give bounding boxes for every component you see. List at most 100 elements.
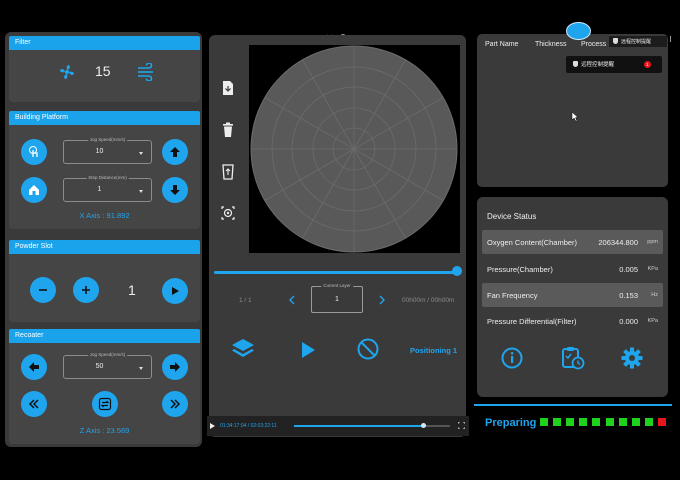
status-row-fan: Fan Frequency 0.153 Hz — [482, 283, 663, 307]
current-layer-field[interactable]: Current Layer 1 — [311, 283, 363, 313]
touch-icon — [29, 146, 38, 157]
status-indicator — [644, 418, 653, 426]
powder-slot-title: Powder Slot — [9, 240, 200, 254]
status-indicator — [566, 418, 575, 426]
status-indicator — [579, 418, 588, 426]
schedule-icon[interactable] — [561, 346, 585, 370]
video-player-bar: 01:34:17:04 / 02:03:22:11 — [207, 416, 469, 436]
status-indicator — [605, 418, 614, 426]
build-plate-viewer[interactable] — [249, 45, 460, 253]
settings-gear-icon[interactable] — [621, 347, 643, 369]
layer-slider-knob[interactable] — [452, 266, 462, 276]
toast-badge: 1 — [644, 61, 651, 68]
device-status-panel: Device Status Oxygen Content(Chamber) 20… — [477, 197, 668, 397]
jog-touch-button[interactable] — [21, 139, 47, 165]
video-time: 01:34:17:04 / 02:03:22:11 — [220, 423, 277, 429]
current-layer-label: Current Layer — [321, 283, 353, 288]
pressure-value: 0.005 — [619, 265, 638, 274]
column-thickness[interactable]: Thickness — [535, 41, 567, 48]
plus-icon — [82, 286, 90, 294]
fan-value: 0.153 — [619, 291, 638, 300]
device-status-title: Device Status — [487, 212, 537, 221]
arrow-right-icon — [170, 362, 180, 372]
recoater-cycle-button[interactable] — [92, 391, 118, 417]
jog-speed-select[interactable]: Jog Speed(mm/s) 10 — [63, 137, 152, 164]
platform-up-button[interactable] — [162, 139, 188, 165]
chevron-right-icon[interactable] — [379, 295, 385, 305]
video-progress-knob[interactable] — [420, 423, 426, 428]
x-axis-readout: X Axis : 91.892 — [79, 211, 130, 220]
info-icon[interactable] — [501, 347, 523, 369]
shield-icon — [613, 38, 618, 44]
topbar-arrow[interactable] — [670, 36, 678, 42]
column-process[interactable]: Process — [581, 41, 606, 48]
pressure-label: Pressure(Chamber) — [487, 265, 553, 274]
fullscreen-icon[interactable] — [458, 422, 465, 429]
indicator-strip — [540, 418, 675, 428]
fan-label: Fan Frequency — [487, 291, 538, 300]
home-button[interactable] — [21, 177, 47, 203]
powder-count: 1 — [128, 282, 136, 298]
column-part-name[interactable]: Part Name — [485, 41, 518, 48]
import-file-icon[interactable] — [221, 80, 235, 96]
filter-section: Filter 15 — [9, 36, 200, 102]
step-distance-label: Step Distance(mm) — [86, 175, 129, 180]
machine-status: Preparing — [485, 417, 537, 429]
platform-down-button[interactable] — [162, 177, 188, 203]
export-icon[interactable] — [221, 164, 235, 180]
recoater-section: Recoater Jog Speed(mm/s) 50 Z Axis : 23.… — [9, 329, 200, 444]
building-platform-section: Building Platform Jog Speed(mm/s) 10 Ste… — [9, 111, 200, 229]
recoater-jog-speed-value: 50 — [95, 363, 104, 370]
build-plate — [250, 45, 458, 253]
differential-value: 0.000 — [619, 317, 638, 326]
filter-title: Filter — [9, 36, 200, 50]
minus-icon — [39, 289, 47, 291]
cycle-icon — [98, 397, 112, 411]
filter-speed: 15 — [95, 63, 111, 79]
remote-menu-label: 远程控制提醒 — [621, 39, 652, 45]
z-axis-readout: Z Axis : 23.569 — [79, 426, 130, 435]
play-icon — [172, 287, 179, 295]
notification-bubble[interactable] — [566, 22, 591, 40]
stop-icon[interactable] — [357, 338, 379, 360]
fan-icon[interactable] — [56, 61, 78, 83]
status-row-differential: Pressure Differential(Filter) 0.000 KPa — [482, 309, 663, 333]
build-time: 00h00m / 00h00m — [402, 297, 455, 304]
chevron-down-icon — [139, 152, 143, 155]
differential-label: Pressure Differential(Filter) — [487, 317, 577, 326]
focus-target-icon[interactable] — [221, 205, 235, 221]
step-distance-select[interactable]: Step Distance(mm) 1 — [63, 175, 152, 202]
positioning-label[interactable]: Positioning 1 — [410, 346, 457, 355]
home-icon — [29, 185, 39, 195]
remote-control-toast[interactable]: 远程控制提醒 1 — [566, 56, 662, 73]
double-chevron-left-icon — [28, 399, 39, 409]
recoater-jog-speed-select[interactable]: Jog Speed(mm/s) 50 — [63, 352, 152, 379]
recoater-right-button[interactable] — [162, 354, 188, 380]
remote-control-menu[interactable]: 远程控制提醒 — [609, 36, 667, 47]
delete-icon[interactable] — [221, 122, 235, 138]
arrow-down-icon — [170, 185, 180, 195]
recoater-fast-right-button[interactable] — [162, 391, 188, 417]
recoater-fast-left-button[interactable] — [21, 391, 47, 417]
wind-icon[interactable] — [136, 63, 156, 81]
powder-run-button[interactable] — [162, 278, 188, 304]
chevron-down-icon — [139, 367, 143, 370]
powder-decrease-button[interactable] — [30, 277, 56, 303]
toast-label: 远程控制提醒 — [581, 62, 615, 68]
status-indicator — [553, 418, 562, 426]
video-play-icon[interactable] — [210, 423, 215, 429]
powder-increase-button[interactable] — [73, 277, 99, 303]
mouse-cursor-icon — [571, 111, 579, 122]
video-progress-track[interactable] — [294, 423, 450, 428]
recoater-jog-speed-label: Jog Speed(mm/s) — [87, 352, 128, 357]
control-column: Filter 15 Building Platform Jog Speed(mm… — [5, 32, 202, 447]
status-indicator — [618, 418, 627, 426]
chevron-left-icon[interactable] — [289, 295, 295, 305]
differential-unit: KPa — [647, 318, 658, 324]
recoater-left-button[interactable] — [21, 354, 47, 380]
start-play-icon[interactable] — [300, 341, 316, 359]
layer-slider-track[interactable] — [214, 271, 458, 274]
powder-slot-section: Powder Slot 1 — [9, 240, 200, 322]
layers-icon[interactable] — [231, 338, 255, 360]
arrow-left-icon — [29, 362, 39, 372]
